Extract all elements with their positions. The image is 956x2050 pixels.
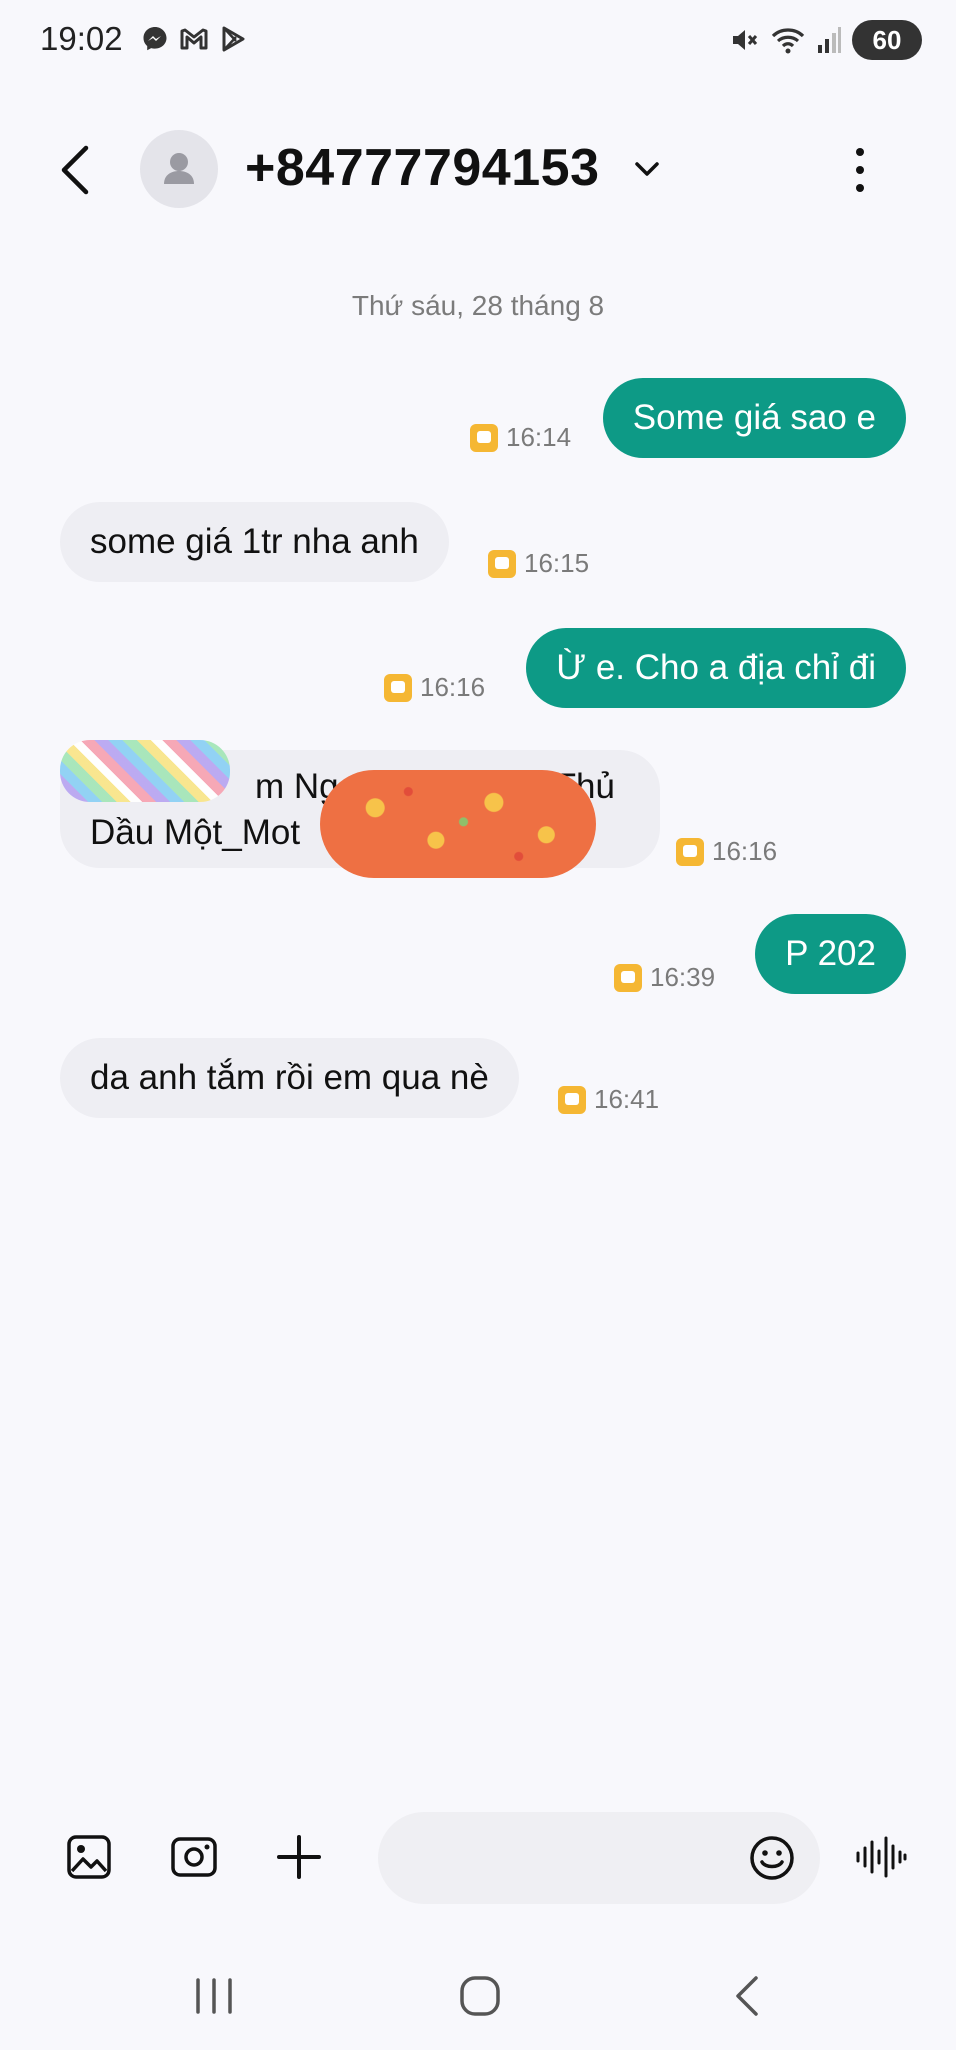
- outgoing-message[interactable]: Some giá sao e: [602, 378, 906, 458]
- message-time: 16:41: [594, 1084, 660, 1114]
- redaction-overlay: [320, 770, 596, 878]
- notification-icons: [140, 24, 248, 54]
- sim-badge-icon: [384, 673, 412, 702]
- message-meta: 16:41: [558, 1084, 659, 1115]
- sim-badge-icon: [470, 423, 498, 452]
- signal-icon: [818, 27, 841, 53]
- message-time: 16:14: [506, 422, 572, 452]
- message-time: 16:16: [712, 836, 778, 866]
- wifi-icon: [771, 28, 805, 54]
- gallery-icon[interactable]: [66, 1834, 112, 1880]
- emoji-icon[interactable]: [748, 1834, 796, 1882]
- recent-apps-icon[interactable]: [192, 1976, 236, 2016]
- incoming-message[interactable]: some giá 1tr nha anh: [60, 502, 449, 582]
- avatar-icon: [164, 153, 194, 184]
- system-icons: 60: [728, 20, 922, 60]
- message-meta: 16:16: [676, 836, 777, 867]
- outgoing-message[interactable]: Ừ e. Cho a địa chỉ đi: [526, 628, 906, 708]
- date-separator: Thứ sáu, 28 tháng 8: [351, 290, 605, 321]
- sim-badge-icon: [676, 837, 704, 866]
- message-time: 16:15: [524, 548, 590, 578]
- message-meta: 16:14: [470, 422, 571, 453]
- contact-name[interactable]: +84777794153: [245, 138, 600, 198]
- back-nav-icon[interactable]: [730, 1974, 764, 2018]
- outgoing-message[interactable]: P 202: [755, 914, 906, 994]
- navigation-bar: [0, 1940, 956, 2050]
- camera-icon[interactable]: [170, 1836, 218, 1878]
- sim-badge-icon: [614, 963, 642, 992]
- avatar[interactable]: [140, 130, 218, 208]
- battery-level: 60: [852, 20, 922, 60]
- play-store-icon: [222, 26, 245, 52]
- messenger-icon: [143, 27, 167, 51]
- sim-badge-icon: [558, 1085, 586, 1114]
- incoming-message[interactable]: da anh tắm rồi em qua nè: [60, 1038, 519, 1118]
- voice-icon[interactable]: [854, 1834, 908, 1880]
- message-meta: 16:39: [614, 962, 715, 993]
- message-time: 16:16: [420, 672, 486, 702]
- status-bar: 19:02 60: [0, 0, 956, 86]
- message-meta: 16:16: [384, 672, 485, 703]
- status-time: 19:02: [40, 20, 123, 57]
- sim-badge-icon: [488, 549, 516, 578]
- more-vert-icon[interactable]: [848, 142, 872, 198]
- redaction-overlay: [60, 740, 230, 802]
- message-meta: 16:15: [488, 548, 589, 579]
- gmail-icon: [180, 28, 208, 50]
- plus-icon[interactable]: [276, 1834, 322, 1880]
- message-time: 16:39: [650, 962, 716, 992]
- home-icon[interactable]: [458, 1974, 502, 2018]
- chevron-down-icon[interactable]: [632, 154, 662, 184]
- mute-icon: [733, 30, 758, 50]
- back-icon[interactable]: [52, 142, 102, 198]
